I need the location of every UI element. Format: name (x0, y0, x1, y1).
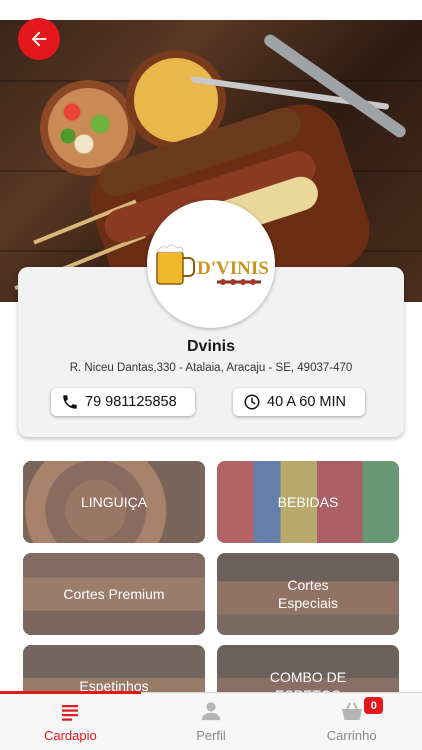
phone-button[interactable]: 79 981125858 (51, 388, 195, 416)
tab-label: Perfil (196, 728, 226, 743)
cart-count-badge: 0 (364, 697, 384, 714)
category-label: BEBIDAS (277, 494, 339, 510)
phone-icon (63, 395, 77, 409)
delivery-time-button[interactable]: 40 A 60 MIN (233, 388, 365, 416)
store-name: Dvinis (186, 338, 235, 355)
user-icon (201, 702, 221, 721)
tab-label: Cardapio (43, 728, 97, 743)
category-card-linguica[interactable]: LINGUIÇA (23, 461, 205, 543)
basket-icon (341, 702, 362, 720)
back-button[interactable] (18, 18, 60, 60)
tab-label: Carrinho (326, 728, 377, 743)
beer-mug-logo: D'VINIS (156, 244, 269, 285)
tab-carrinho[interactable]: Carrinho 0 (281, 693, 422, 750)
menu-list-icon (62, 705, 79, 721)
svg-text:D'VINIS: D'VINIS (197, 258, 269, 279)
category-card-bebidas[interactable]: BEBIDAS (217, 461, 399, 543)
arrow-left-icon (31, 31, 47, 47)
category-label: Cortes Especiais (278, 577, 338, 611)
category-label: LINGUIÇA (80, 494, 148, 510)
store-address: R. Niceu Dantas,330 - Atalaia, Aracaju -… (69, 362, 353, 374)
tab-cardapio[interactable]: Cardapio (0, 693, 141, 750)
delivery-time: 40 A 60 MIN (267, 394, 346, 410)
category-label: Cortes Premium (63, 586, 165, 602)
store-logo: D'VINIS (147, 200, 275, 328)
phone-number: 79 981125858 (85, 394, 177, 410)
category-card-cortes-premium[interactable]: Cortes Premium (23, 553, 205, 635)
category-card-cortes-especiais[interactable]: Cortes Especiais (217, 553, 399, 635)
clock-icon (244, 394, 260, 410)
tab-perfil[interactable]: Perfil (141, 693, 282, 750)
bottom-tab-bar: Cardapio Perfil Carrinho 0 (0, 691, 422, 750)
